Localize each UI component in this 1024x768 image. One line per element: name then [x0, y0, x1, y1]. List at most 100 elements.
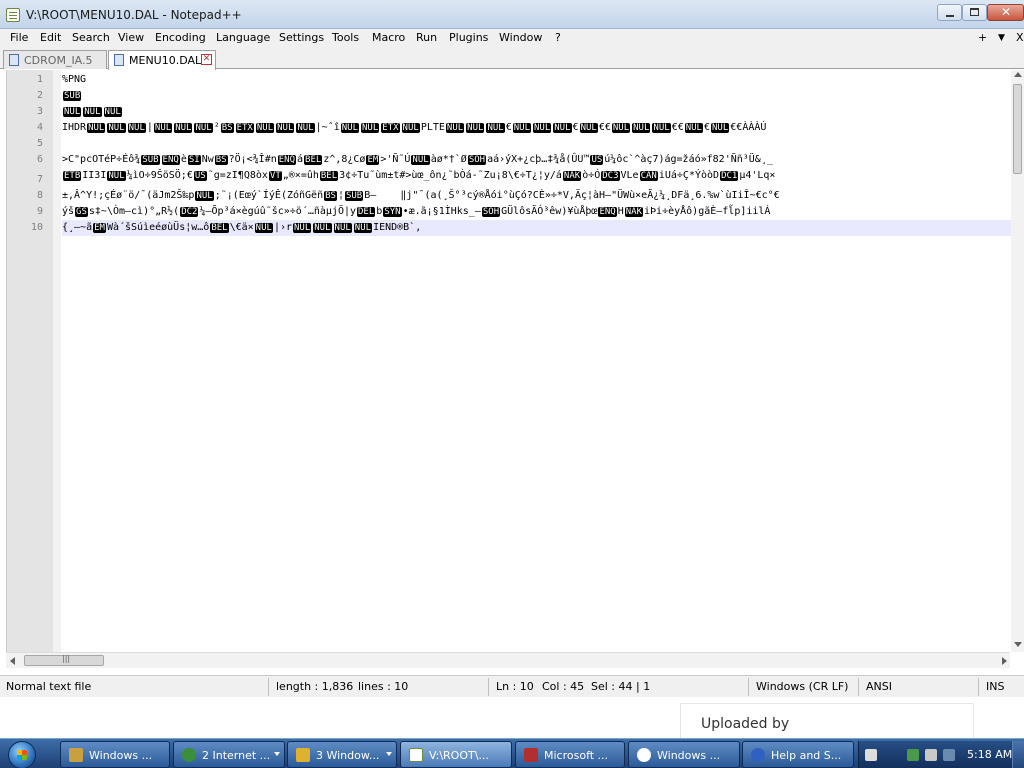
status-lines: lines : 10: [358, 680, 409, 693]
taskbar-button-windows-1[interactable]: Windows ...: [60, 741, 170, 768]
chevron-down-icon[interactable]: ▼: [998, 33, 1005, 43]
control-char-badge: NUL: [652, 123, 671, 133]
code-line[interactable]: IHDR NUL NUL NUL | NUL NUL NUL ² BS ETX NUL NUL NUL |~…: [62, 120, 1017, 136]
code-line-current[interactable]: {¸–~ã EM Wà´šSúìeéøùÜs¦w…ô BEL \€ä× NUL |›r NUL…: [62, 220, 1017, 236]
menu-macro[interactable]: Macro: [372, 31, 405, 44]
document-icon: [114, 54, 124, 66]
code-text: |~ˆî: [315, 122, 340, 133]
menu-window[interactable]: Window: [499, 31, 542, 44]
status-encoding: ANSI: [866, 680, 892, 693]
status-divider: [268, 678, 269, 696]
maximize-icon: [970, 8, 979, 16]
line-number: 1: [36, 74, 43, 85]
code-line[interactable]: ýš GS s‡~\Òm–cì)°„R½(DC2 ¼–Õp³á×ègúû˜šc»÷ö´…: [62, 204, 1017, 220]
menu-settings[interactable]: Settings: [279, 31, 324, 44]
tab-menu10-dal[interactable]: MENU10.DAL ✕: [108, 50, 216, 70]
control-char-badge: NUL: [445, 123, 465, 133]
code-text: z^,8¿Cø: [323, 154, 366, 165]
scroll-up-arrow-icon[interactable]: [1014, 72, 1022, 77]
new-document-plus-icon[interactable]: +: [978, 31, 987, 44]
tab-cdrom-ia5[interactable]: CDROM_IA.5: [3, 50, 107, 69]
minimize-button[interactable]: [937, 4, 962, 21]
taskbar-button-windows-group[interactable]: 3 Window...: [287, 741, 397, 768]
menu-tools[interactable]: Tools: [332, 31, 359, 44]
taskbar-button-help[interactable]: Help and S...: [742, 741, 854, 768]
menu-file[interactable]: File: [10, 31, 28, 44]
menu-help[interactable]: ?: [555, 31, 561, 44]
control-char-badge: GS: [75, 207, 88, 217]
code-line[interactable]: [62, 136, 1017, 152]
close-button[interactable]: ✕: [987, 4, 1024, 21]
vertical-scrollbar[interactable]: [1011, 70, 1024, 652]
code-line[interactable]: >C"pcOTéP÷Éô¾ SUB ENQ è SI Nw BS ?Ö¡<¾Î#n ENQ á BE…: [62, 152, 1017, 168]
taskbar-button-microsoft[interactable]: Microsoft ...: [515, 741, 625, 768]
control-char-badge: NUL: [466, 123, 485, 133]
menu-search[interactable]: Search: [72, 31, 110, 44]
show-desktop-button[interactable]: [1012, 741, 1024, 768]
control-char-badge: NUL: [579, 123, 598, 133]
control-char-badge: NUL: [293, 223, 312, 233]
editor-area[interactable]: 1 2 3 4 5 6 7 8 9 10 %PNG SUB NUL NUL NUL …: [6, 70, 1018, 652]
close-document-icon[interactable]: X: [1016, 31, 1024, 44]
control-char-badge: NUL: [107, 123, 126, 133]
code-text: €€: [598, 122, 611, 133]
menu-view[interactable]: View: [118, 31, 144, 44]
control-char-badge: ETB: [63, 171, 82, 181]
control-char-badge: NUL: [486, 123, 505, 133]
status-file-type: Normal text file: [6, 680, 92, 693]
tab-close-icon[interactable]: ✕: [201, 54, 212, 65]
code-text: ¼–Õp³á×ègúû˜šc»÷ö´…ñàµjÖ|y: [199, 206, 357, 217]
tray-app-icon[interactable]: [943, 749, 955, 761]
code-line[interactable]: SUB: [62, 88, 1017, 104]
help-icon: [751, 748, 765, 762]
taskbar-button-windows-info[interactable]: Windows ...: [628, 741, 740, 768]
keyboard-icon[interactable]: [865, 749, 877, 761]
menu-plugins[interactable]: Plugins: [449, 31, 488, 44]
code-line[interactable]: %PNG: [62, 72, 1017, 88]
status-divider: [488, 678, 489, 696]
code-text: €: [505, 122, 512, 133]
code-text: {¸–~ã: [62, 222, 93, 233]
scroll-right-arrow-icon[interactable]: [1002, 657, 1007, 665]
code-line[interactable]: ETB II3I NUL ¼ìO÷9ŠöSÖ;€ US ˜g=zI¶Q8òx VT „®×=û…: [62, 168, 1017, 184]
control-char-badge: BS: [214, 155, 228, 165]
horizontal-scrollbar[interactable]: |||: [6, 652, 1010, 668]
tab-label: MENU10.DAL: [129, 54, 202, 67]
scroll-left-arrow-icon[interactable]: [10, 657, 15, 665]
menu-run[interactable]: Run: [416, 31, 437, 44]
vertical-scroll-thumb[interactable]: [1013, 84, 1022, 174]
taskbar-button-notepadpp[interactable]: V:\ROOT\...: [400, 741, 512, 768]
code-text: ?Ö¡<¾Î#n: [228, 154, 277, 165]
line-number: 7: [36, 174, 43, 185]
control-char-badge: SI: [187, 155, 201, 165]
tab-bar: CDROM_IA.5 MENU10.DAL ✕: [0, 48, 1024, 70]
scroll-down-arrow-icon[interactable]: [1014, 642, 1022, 647]
menu-language[interactable]: Language: [216, 31, 270, 44]
code-text: àø*†`Ø: [430, 154, 467, 165]
control-char-badge: EM: [93, 223, 106, 233]
menu-encoding[interactable]: Encoding: [155, 31, 206, 44]
code-text: b: [376, 206, 383, 217]
network-icon[interactable]: [907, 749, 919, 761]
control-char-badge: CAN: [639, 171, 658, 181]
code-line[interactable]: ±,Â^Y!;çÉø¨ö/¯(äJm2Š‰p NUL ;˜¡(Eœý`ÍýÊ(Zóñ…: [62, 188, 1017, 204]
volume-icon[interactable]: [925, 749, 937, 761]
taskbar-button-internet[interactable]: 2 Internet ...: [173, 741, 285, 768]
code-text: VLe: [620, 170, 639, 181]
clock[interactable]: 5:18 AM: [967, 748, 1012, 761]
maximize-button[interactable]: [962, 4, 987, 21]
code-text: €€: [671, 122, 684, 133]
control-char-badge: NUL: [401, 123, 420, 133]
code-line[interactable]: NUL NUL NUL: [62, 104, 1017, 120]
code-text: €€ÀÀÀÚ: [730, 122, 767, 133]
code-text: |: [146, 122, 153, 133]
start-button[interactable]: [8, 741, 36, 768]
chevron-down-icon: [274, 752, 280, 756]
code-text: ±,Â^Y!;çÉø¨ö/¯(äJm2Š‰p: [62, 190, 195, 201]
taskbar-label: Microsoft ...: [544, 749, 609, 762]
menu-edit[interactable]: Edit: [40, 31, 61, 44]
control-char-badge: ETX: [381, 123, 400, 133]
app-icon: [69, 748, 83, 762]
scroll-grip-icon: |||: [62, 654, 71, 663]
menu-bar: File Edit Search View Encoding Language …: [0, 29, 1024, 48]
